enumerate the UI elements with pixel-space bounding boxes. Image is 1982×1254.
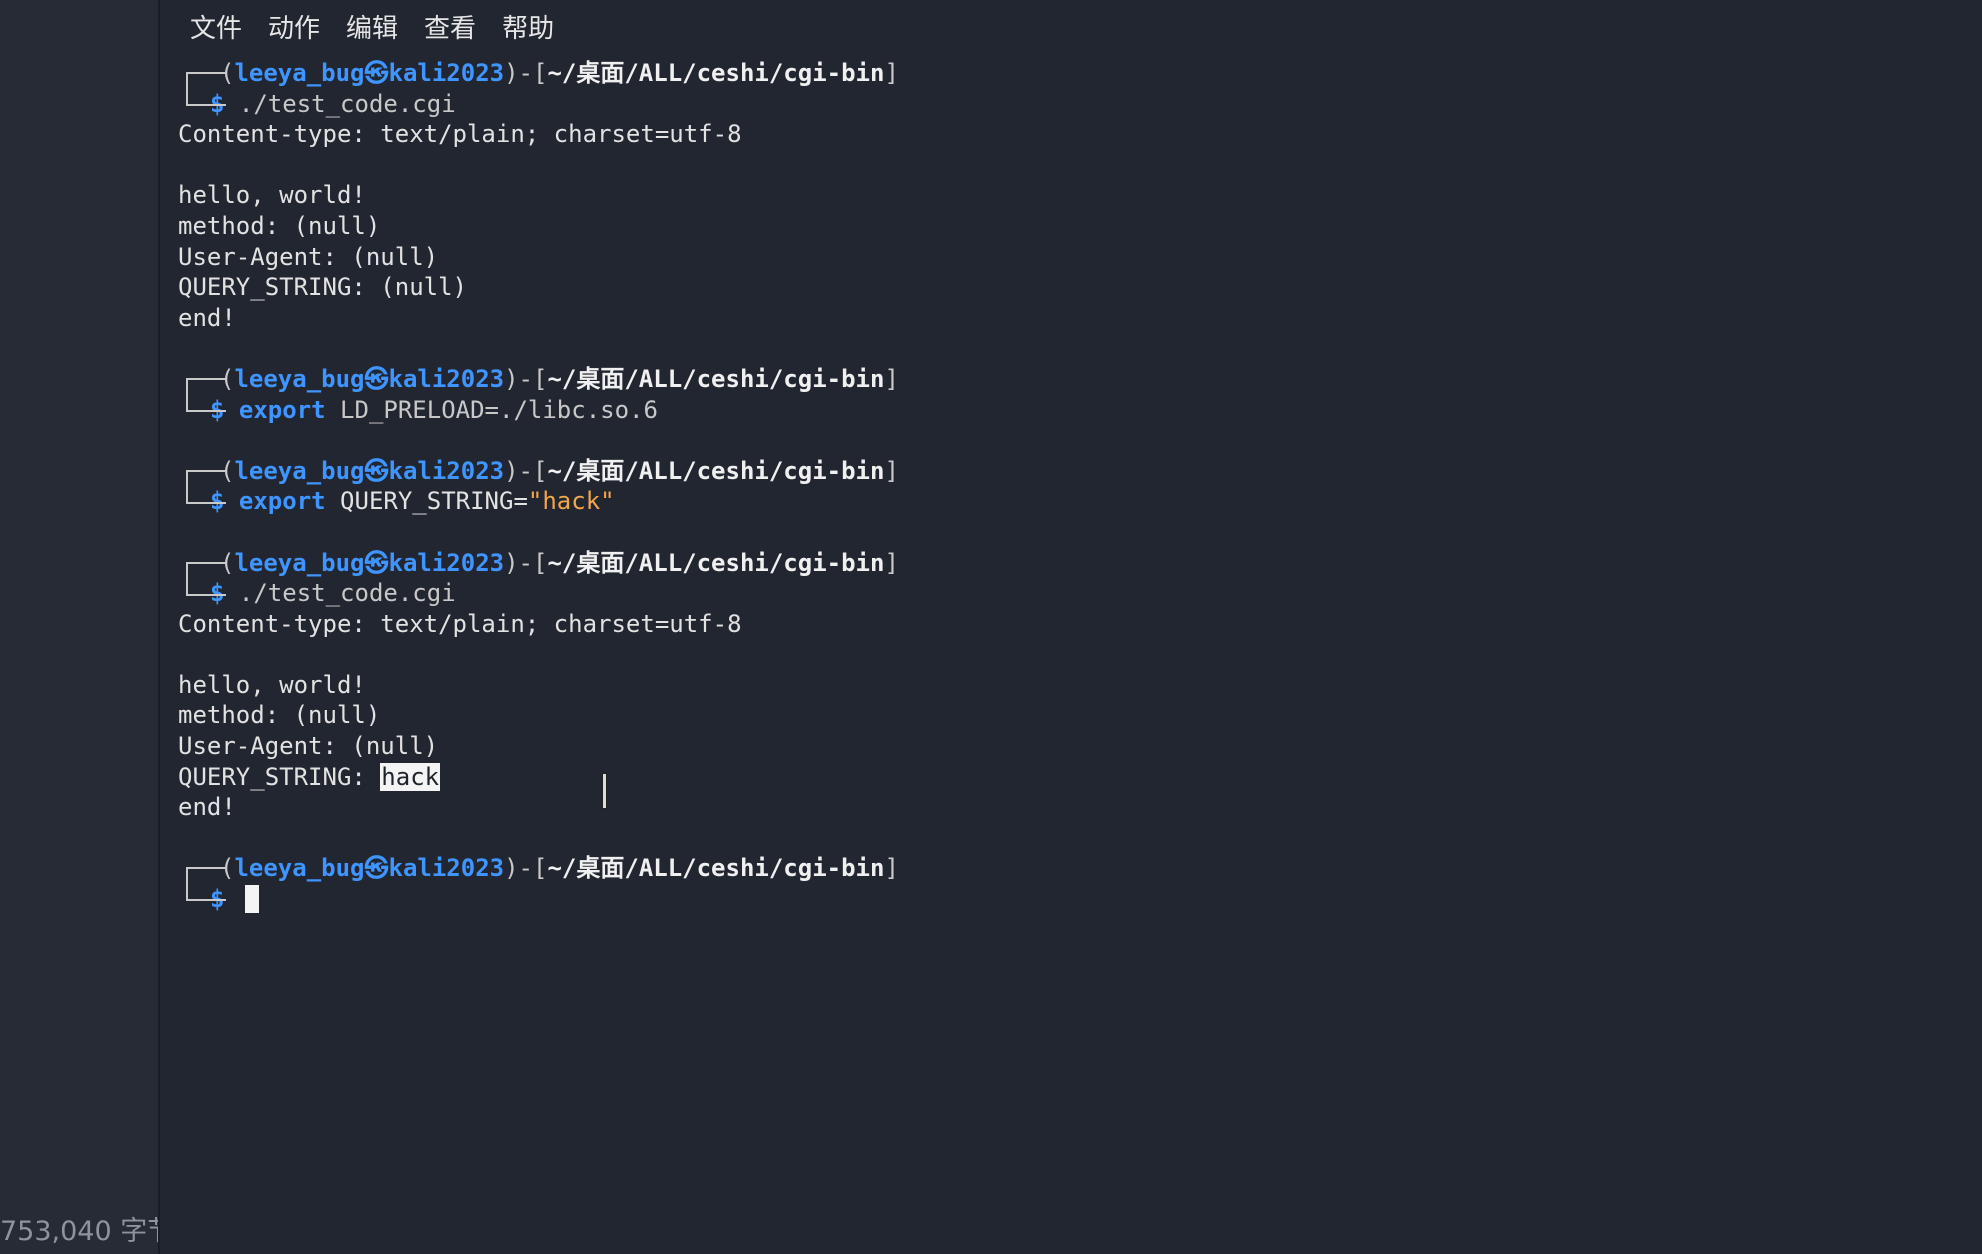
prompt-separator: )-[ bbox=[504, 854, 548, 883]
output-line: User-Agent: (null) bbox=[178, 731, 899, 762]
output-line: hello, world! bbox=[178, 180, 899, 211]
terminal-cursor[interactable] bbox=[244, 885, 259, 914]
command-line: $ export LD_PRELOAD=./libc.so.6 bbox=[178, 395, 899, 426]
output-text: User-Agent: (null) bbox=[178, 242, 439, 271]
output-text: end! bbox=[178, 793, 236, 822]
menu-edit[interactable]: 编辑 bbox=[346, 8, 398, 45]
selected-text[interactable]: hack bbox=[380, 762, 441, 791]
prompt-user-host: leeya_bug㉿kali2023 bbox=[234, 59, 505, 87]
prompt-line: (leeya_bug㉿kali2023)-[~/桌面/ALL/ceshi/cgi… bbox=[178, 548, 899, 579]
command-string: "hack" bbox=[527, 487, 615, 516]
prompt-close: ] bbox=[884, 59, 899, 87]
prompt-user-host: leeya_bug㉿kali2023 bbox=[234, 364, 505, 393]
output-line: Content-type: text/plain; charset=utf-8 bbox=[178, 119, 899, 150]
output-text: hello, world! bbox=[178, 181, 366, 210]
command-text: ./test_code.cgi bbox=[238, 579, 456, 608]
output-line: QUERY_STRING: (null) bbox=[178, 272, 899, 303]
prompt-path: ~/桌面/ALL/ceshi/cgi-bin bbox=[547, 854, 885, 883]
prompt-separator: )-[ bbox=[504, 548, 548, 577]
output-line: hello, world! bbox=[178, 670, 899, 701]
output-text: method: (null) bbox=[178, 701, 381, 730]
menu-file[interactable]: 文件 bbox=[190, 8, 242, 45]
prompt-line: (leeya_bug㉿kali2023)-[~/桌面/ALL/ceshi/cgi… bbox=[178, 58, 899, 89]
prompt-line: (leeya_bug㉿kali2023)-[~/桌面/ALL/ceshi/cgi… bbox=[178, 364, 899, 395]
output-text: hello, world! bbox=[178, 670, 366, 699]
prompt-user-host: leeya_bug㉿kali2023 bbox=[234, 548, 505, 577]
text-cursor-icon bbox=[602, 773, 607, 809]
output-text: QUERY_STRING: (null) bbox=[178, 273, 467, 302]
output-line: Content-type: text/plain; charset=utf-8 bbox=[178, 609, 899, 640]
prompt-hook-decoration bbox=[186, 561, 226, 596]
prompt-path: ~/桌面/ALL/ceshi/cgi-bin bbox=[547, 456, 885, 485]
prompt-hook-decoration bbox=[186, 72, 226, 106]
prompt-separator: )-[ bbox=[504, 456, 548, 485]
output-line: User-Agent: (null) bbox=[178, 242, 899, 273]
prompt-line: (leeya_bug㉿kali2023)-[~/桌面/ALL/ceshi/cgi… bbox=[178, 456, 899, 487]
prompt-line: (leeya_bug㉿kali2023)-[~/桌面/ALL/ceshi/cgi… bbox=[178, 853, 899, 884]
menu-view[interactable]: 查看 bbox=[424, 8, 476, 45]
output-line: method: (null) bbox=[178, 700, 899, 731]
menu-bar: 文件 动作 编辑 查看 帮助 bbox=[190, 8, 554, 45]
prompt-hook-decoration bbox=[186, 867, 226, 902]
output-line: end! bbox=[178, 303, 899, 334]
menu-help[interactable]: 帮助 bbox=[502, 8, 554, 45]
command-keyword: export bbox=[238, 487, 326, 516]
prompt-separator: )-[ bbox=[504, 59, 548, 87]
side-panel: 753,040 字节 bbox=[0, 0, 160, 1254]
output-text: method: (null) bbox=[178, 211, 381, 240]
output-line: QUERY_STRING: hack bbox=[178, 762, 899, 793]
prompt-block: (leeya_bug㉿kali2023)-[~/桌面/ALL/ceshi/cgi… bbox=[178, 364, 899, 425]
char-count-status: 753,040 字节 bbox=[0, 1216, 158, 1247]
command-line: $ export QUERY_STRING="hack" bbox=[178, 486, 899, 517]
prompt-path: ~/桌面/ALL/ceshi/cgi-bin bbox=[547, 364, 885, 393]
command-keyword: export bbox=[238, 395, 326, 424]
prompt-hook-decoration bbox=[186, 377, 226, 412]
prompt-close: ] bbox=[884, 364, 899, 393]
prompt-hook-decoration bbox=[186, 469, 226, 504]
command-line: $ bbox=[178, 884, 899, 915]
command-text: ./test_code.cgi bbox=[238, 89, 456, 118]
prompt-close: ] bbox=[884, 456, 899, 485]
prompt-block: (leeya_bug㉿kali2023)-[~/桌面/ALL/ceshi/cgi… bbox=[178, 548, 899, 823]
menu-action[interactable]: 动作 bbox=[268, 8, 320, 45]
output-text: Content-type: text/plain; charset=utf-8 bbox=[178, 120, 742, 149]
terminal-window[interactable]: 文件 动作 编辑 查看 帮助 (leeya_bug㉿kali2023)-[~/桌… bbox=[160, 0, 1982, 1254]
prompt-path: ~/桌面/ALL/ceshi/cgi-bin bbox=[547, 548, 885, 577]
prompt-block: (leeya_bug㉿kali2023)-[~/桌面/ALL/ceshi/cgi… bbox=[178, 58, 899, 333]
prompt-path: ~/桌面/ALL/ceshi/cgi-bin bbox=[547, 59, 885, 87]
prompt-user-host: leeya_bug㉿kali2023 bbox=[234, 854, 505, 883]
prompt-close: ] bbox=[884, 854, 899, 883]
prompt-user-host: leeya_bug㉿kali2023 bbox=[234, 456, 505, 485]
output-line: end! bbox=[178, 792, 899, 823]
prompt-block: (leeya_bug㉿kali2023)-[~/桌面/ALL/ceshi/cgi… bbox=[178, 853, 899, 914]
command-line: $ ./test_code.cgi bbox=[178, 89, 899, 120]
output-text: Content-type: text/plain; charset=utf-8 bbox=[178, 609, 742, 638]
command-line: $ ./test_code.cgi bbox=[178, 578, 899, 609]
prompt-block: (leeya_bug㉿kali2023)-[~/桌面/ALL/ceshi/cgi… bbox=[178, 456, 899, 517]
terminal-screen[interactable]: (leeya_bug㉿kali2023)-[~/桌面/ALL/ceshi/cgi… bbox=[178, 58, 899, 915]
command-arg: LD_PRELOAD=./libc.so.6 bbox=[325, 395, 658, 424]
command-arg: QUERY_STRING= bbox=[325, 487, 528, 516]
output-text: QUERY_STRING: bbox=[178, 762, 381, 791]
prompt-separator: )-[ bbox=[504, 364, 548, 393]
prompt-close: ] bbox=[884, 548, 899, 577]
output-text: User-Agent: (null) bbox=[178, 732, 439, 761]
output-line: method: (null) bbox=[178, 211, 899, 242]
output-text: end! bbox=[178, 303, 236, 332]
